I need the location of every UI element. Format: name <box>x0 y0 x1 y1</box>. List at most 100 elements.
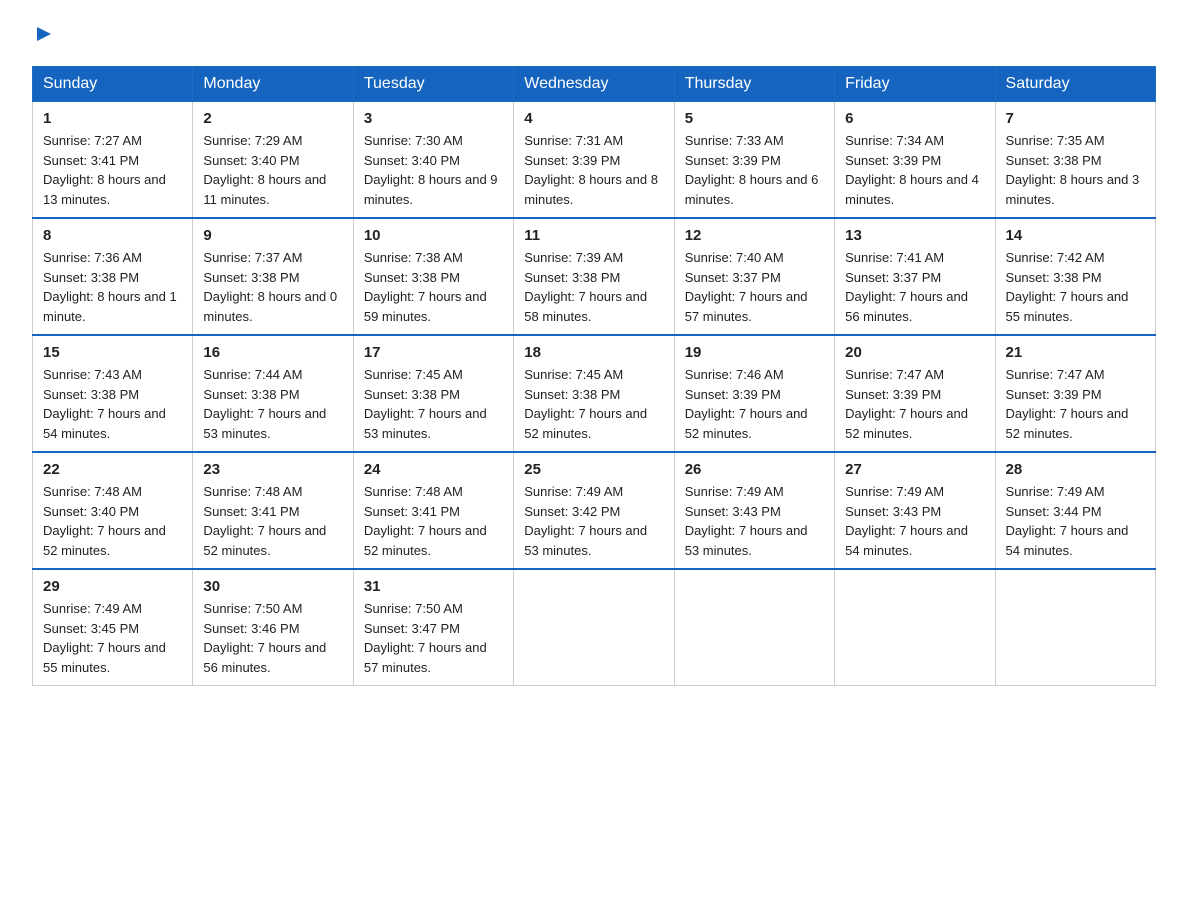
day-number: 12 <box>685 227 824 244</box>
calendar-cell: 20 Sunrise: 7:47 AMSunset: 3:39 PMDaylig… <box>835 335 995 452</box>
day-info: Sunrise: 7:45 AMSunset: 3:38 PMDaylight:… <box>524 367 647 441</box>
logo-blue-text <box>32 24 53 48</box>
calendar-week-5: 29 Sunrise: 7:49 AMSunset: 3:45 PMDaylig… <box>33 569 1156 686</box>
day-info: Sunrise: 7:42 AMSunset: 3:38 PMDaylight:… <box>1006 250 1129 324</box>
day-number: 5 <box>685 110 824 127</box>
logo <box>32 24 53 48</box>
day-number: 18 <box>524 344 663 361</box>
day-number: 10 <box>364 227 503 244</box>
day-info: Sunrise: 7:45 AMSunset: 3:38 PMDaylight:… <box>364 367 487 441</box>
calendar-cell <box>674 569 834 686</box>
calendar-cell: 30 Sunrise: 7:50 AMSunset: 3:46 PMDaylig… <box>193 569 353 686</box>
calendar-cell: 27 Sunrise: 7:49 AMSunset: 3:43 PMDaylig… <box>835 452 995 569</box>
calendar-cell: 16 Sunrise: 7:44 AMSunset: 3:38 PMDaylig… <box>193 335 353 452</box>
day-number: 11 <box>524 227 663 244</box>
calendar-cell: 5 Sunrise: 7:33 AMSunset: 3:39 PMDayligh… <box>674 102 834 219</box>
calendar-cell: 21 Sunrise: 7:47 AMSunset: 3:39 PMDaylig… <box>995 335 1155 452</box>
logo-arrow-icon <box>35 25 53 43</box>
day-info: Sunrise: 7:41 AMSunset: 3:37 PMDaylight:… <box>845 250 968 324</box>
day-number: 15 <box>43 344 182 361</box>
calendar-week-2: 8 Sunrise: 7:36 AMSunset: 3:38 PMDayligh… <box>33 218 1156 335</box>
day-info: Sunrise: 7:40 AMSunset: 3:37 PMDaylight:… <box>685 250 808 324</box>
calendar-cell: 24 Sunrise: 7:48 AMSunset: 3:41 PMDaylig… <box>353 452 513 569</box>
calendar-cell: 23 Sunrise: 7:48 AMSunset: 3:41 PMDaylig… <box>193 452 353 569</box>
calendar-cell: 4 Sunrise: 7:31 AMSunset: 3:39 PMDayligh… <box>514 102 674 219</box>
calendar-week-1: 1 Sunrise: 7:27 AMSunset: 3:41 PMDayligh… <box>33 102 1156 219</box>
page-header <box>32 24 1156 48</box>
day-info: Sunrise: 7:47 AMSunset: 3:39 PMDaylight:… <box>845 367 968 441</box>
day-info: Sunrise: 7:49 AMSunset: 3:43 PMDaylight:… <box>685 484 808 558</box>
day-number: 24 <box>364 461 503 478</box>
header-monday: Monday <box>193 67 353 102</box>
calendar-cell: 6 Sunrise: 7:34 AMSunset: 3:39 PMDayligh… <box>835 102 995 219</box>
calendar-cell: 19 Sunrise: 7:46 AMSunset: 3:39 PMDaylig… <box>674 335 834 452</box>
calendar-cell <box>835 569 995 686</box>
day-number: 9 <box>203 227 342 244</box>
calendar-header-row: SundayMondayTuesdayWednesdayThursdayFrid… <box>33 67 1156 102</box>
day-number: 30 <box>203 578 342 595</box>
day-info: Sunrise: 7:35 AMSunset: 3:38 PMDaylight:… <box>1006 133 1140 207</box>
day-number: 26 <box>685 461 824 478</box>
day-info: Sunrise: 7:48 AMSunset: 3:41 PMDaylight:… <box>364 484 487 558</box>
calendar-cell: 13 Sunrise: 7:41 AMSunset: 3:37 PMDaylig… <box>835 218 995 335</box>
calendar-cell: 14 Sunrise: 7:42 AMSunset: 3:38 PMDaylig… <box>995 218 1155 335</box>
calendar-cell: 8 Sunrise: 7:36 AMSunset: 3:38 PMDayligh… <box>33 218 193 335</box>
calendar-cell: 12 Sunrise: 7:40 AMSunset: 3:37 PMDaylig… <box>674 218 834 335</box>
day-info: Sunrise: 7:43 AMSunset: 3:38 PMDaylight:… <box>43 367 166 441</box>
calendar-cell: 25 Sunrise: 7:49 AMSunset: 3:42 PMDaylig… <box>514 452 674 569</box>
day-number: 14 <box>1006 227 1145 244</box>
day-info: Sunrise: 7:49 AMSunset: 3:43 PMDaylight:… <box>845 484 968 558</box>
header-wednesday: Wednesday <box>514 67 674 102</box>
day-info: Sunrise: 7:48 AMSunset: 3:41 PMDaylight:… <box>203 484 326 558</box>
calendar-cell: 9 Sunrise: 7:37 AMSunset: 3:38 PMDayligh… <box>193 218 353 335</box>
day-number: 29 <box>43 578 182 595</box>
day-number: 20 <box>845 344 984 361</box>
calendar-cell: 7 Sunrise: 7:35 AMSunset: 3:38 PMDayligh… <box>995 102 1155 219</box>
day-info: Sunrise: 7:48 AMSunset: 3:40 PMDaylight:… <box>43 484 166 558</box>
day-info: Sunrise: 7:37 AMSunset: 3:38 PMDaylight:… <box>203 250 337 324</box>
header-thursday: Thursday <box>674 67 834 102</box>
calendar-cell: 31 Sunrise: 7:50 AMSunset: 3:47 PMDaylig… <box>353 569 513 686</box>
day-info: Sunrise: 7:49 AMSunset: 3:42 PMDaylight:… <box>524 484 647 558</box>
calendar-cell <box>514 569 674 686</box>
day-info: Sunrise: 7:46 AMSunset: 3:39 PMDaylight:… <box>685 367 808 441</box>
day-info: Sunrise: 7:39 AMSunset: 3:38 PMDaylight:… <box>524 250 647 324</box>
day-info: Sunrise: 7:50 AMSunset: 3:46 PMDaylight:… <box>203 601 326 675</box>
day-number: 16 <box>203 344 342 361</box>
header-sunday: Sunday <box>33 67 193 102</box>
day-info: Sunrise: 7:44 AMSunset: 3:38 PMDaylight:… <box>203 367 326 441</box>
day-info: Sunrise: 7:33 AMSunset: 3:39 PMDaylight:… <box>685 133 819 207</box>
day-info: Sunrise: 7:47 AMSunset: 3:39 PMDaylight:… <box>1006 367 1129 441</box>
day-info: Sunrise: 7:30 AMSunset: 3:40 PMDaylight:… <box>364 133 498 207</box>
day-info: Sunrise: 7:31 AMSunset: 3:39 PMDaylight:… <box>524 133 658 207</box>
calendar-cell: 29 Sunrise: 7:49 AMSunset: 3:45 PMDaylig… <box>33 569 193 686</box>
day-number: 2 <box>203 110 342 127</box>
calendar-cell: 1 Sunrise: 7:27 AMSunset: 3:41 PMDayligh… <box>33 102 193 219</box>
day-number: 31 <box>364 578 503 595</box>
calendar-table: SundayMondayTuesdayWednesdayThursdayFrid… <box>32 66 1156 686</box>
day-number: 1 <box>43 110 182 127</box>
calendar-cell: 3 Sunrise: 7:30 AMSunset: 3:40 PMDayligh… <box>353 102 513 219</box>
day-number: 7 <box>1006 110 1145 127</box>
calendar-cell: 15 Sunrise: 7:43 AMSunset: 3:38 PMDaylig… <box>33 335 193 452</box>
calendar-cell: 26 Sunrise: 7:49 AMSunset: 3:43 PMDaylig… <box>674 452 834 569</box>
header-friday: Friday <box>835 67 995 102</box>
day-number: 21 <box>1006 344 1145 361</box>
calendar-week-3: 15 Sunrise: 7:43 AMSunset: 3:38 PMDaylig… <box>33 335 1156 452</box>
day-number: 8 <box>43 227 182 244</box>
day-info: Sunrise: 7:27 AMSunset: 3:41 PMDaylight:… <box>43 133 166 207</box>
calendar-cell: 10 Sunrise: 7:38 AMSunset: 3:38 PMDaylig… <box>353 218 513 335</box>
day-info: Sunrise: 7:49 AMSunset: 3:45 PMDaylight:… <box>43 601 166 675</box>
calendar-cell: 22 Sunrise: 7:48 AMSunset: 3:40 PMDaylig… <box>33 452 193 569</box>
day-number: 3 <box>364 110 503 127</box>
day-info: Sunrise: 7:50 AMSunset: 3:47 PMDaylight:… <box>364 601 487 675</box>
calendar-cell: 18 Sunrise: 7:45 AMSunset: 3:38 PMDaylig… <box>514 335 674 452</box>
day-info: Sunrise: 7:29 AMSunset: 3:40 PMDaylight:… <box>203 133 326 207</box>
day-number: 27 <box>845 461 984 478</box>
day-info: Sunrise: 7:34 AMSunset: 3:39 PMDaylight:… <box>845 133 979 207</box>
day-info: Sunrise: 7:38 AMSunset: 3:38 PMDaylight:… <box>364 250 487 324</box>
calendar-cell: 2 Sunrise: 7:29 AMSunset: 3:40 PMDayligh… <box>193 102 353 219</box>
day-number: 19 <box>685 344 824 361</box>
day-info: Sunrise: 7:36 AMSunset: 3:38 PMDaylight:… <box>43 250 177 324</box>
day-number: 23 <box>203 461 342 478</box>
